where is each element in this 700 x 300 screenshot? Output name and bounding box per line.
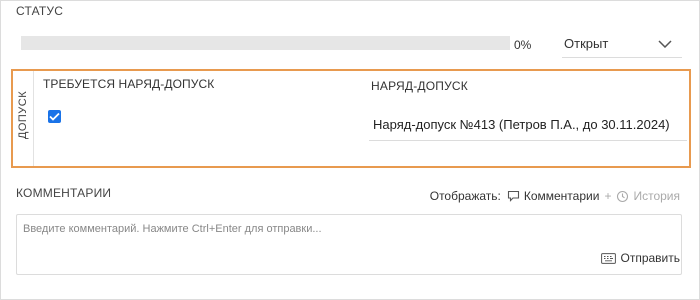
status-select[interactable]: Открыт xyxy=(562,30,682,58)
toggle-comments-label: Комментарии xyxy=(523,189,600,203)
permit-vertical-label: ДОПУСК xyxy=(17,90,29,140)
display-label: Отображать: xyxy=(429,189,501,203)
send-button-label: Отправить xyxy=(620,251,680,265)
progress-label: 0% xyxy=(514,38,532,52)
permit-side-label: ДОПУСК xyxy=(13,71,34,166)
comment-input[interactable] xyxy=(17,215,681,274)
permit-required-checkbox[interactable] xyxy=(48,110,61,123)
permit-field-value: Наряд-допуск №413 (Петров П.А., до 30.11… xyxy=(373,117,670,132)
toggle-history-label: История xyxy=(633,189,680,203)
keyboard-icon xyxy=(601,252,617,264)
display-filter: Отображать: Комментарии + История xyxy=(430,189,680,203)
filter-separator: + xyxy=(604,189,612,203)
comment-box xyxy=(16,214,682,275)
permit-field[interactable]: Наряд-допуск №413 (Петров П.А., до 30.11… xyxy=(369,109,687,141)
history-icon xyxy=(617,190,629,202)
permit-field-label: НАРЯД-ДОПУСК xyxy=(371,79,468,93)
status-select-value: Открыт xyxy=(564,36,609,51)
check-icon xyxy=(49,108,60,126)
toggle-history[interactable]: История xyxy=(616,189,680,203)
toggle-comments[interactable]: Комментарии xyxy=(507,189,600,203)
comments-heading: КОММЕНТАРИИ xyxy=(16,186,112,200)
permit-panel: ДОПУСК ТРЕБУЕТСЯ НАРЯД-ДОПУСК НАРЯД-ДОПУ… xyxy=(11,69,691,168)
comment-icon xyxy=(507,190,519,202)
chevron-down-icon xyxy=(658,39,672,48)
status-heading: СТАТУС xyxy=(16,4,64,18)
send-button[interactable]: Отправить xyxy=(601,251,680,265)
progress-bar xyxy=(21,36,510,50)
permit-required-label: ТРЕБУЕТСЯ НАРЯД-ДОПУСК xyxy=(43,77,215,91)
